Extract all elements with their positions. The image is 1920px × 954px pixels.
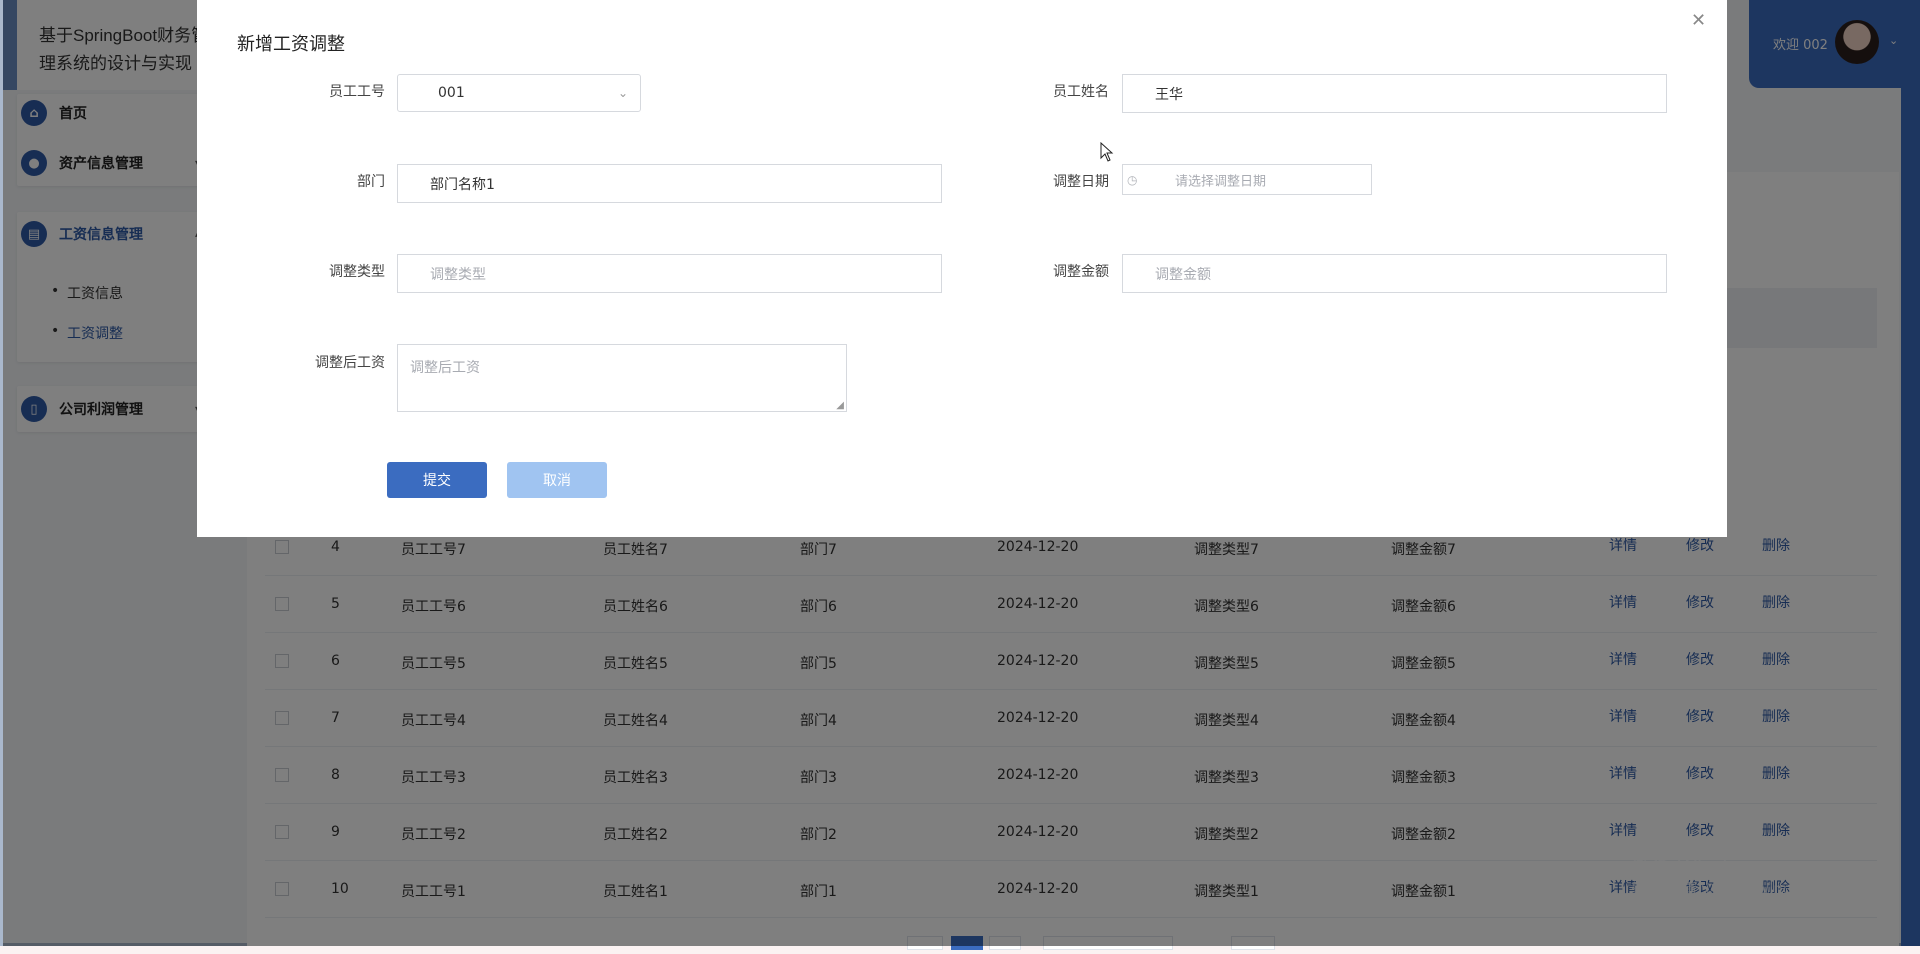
emp-no-value: 001 (438, 85, 465, 101)
dialog-title: 新增工资调整 (237, 34, 345, 55)
mouse-cursor-icon (1100, 142, 1114, 162)
after-salary-placeholder: 调整后工资 (410, 360, 480, 376)
label-adjust-date: 调整日期 (1053, 174, 1109, 190)
submit-button[interactable]: 提交 (387, 462, 487, 498)
cancel-button[interactable]: 取消 (507, 462, 607, 498)
app-window: 基于SpringBoot财务管理系统的设计与实现 欢迎 002 ⌄ ⌂ 首页 ●… (0, 0, 1920, 950)
adjust-type-placeholder: 调整类型 (430, 266, 486, 283)
adjust-date-picker[interactable]: ◷ 请选择调整日期 (1122, 164, 1372, 195)
resize-handle-icon[interactable]: ◢ (836, 400, 844, 411)
emp-no-select[interactable]: 001 ⌄ (397, 74, 641, 112)
label-adjust-amount: 调整金额 (1053, 264, 1109, 280)
add-salary-adjust-dialog: 新增工资调整 ✕ 员工工号 001 ⌄ 员工姓名 王华 部门 部门名称1 调整日… (197, 0, 1727, 537)
label-emp-name: 员工姓名 (1053, 84, 1109, 100)
clock-icon: ◷ (1127, 172, 1138, 187)
emp-name-field[interactable]: 王华 (1122, 74, 1667, 113)
adjust-date-placeholder: 请选择调整日期 (1175, 174, 1267, 189)
after-salary-textarea[interactable]: 调整后工资 ◢ (397, 344, 847, 412)
label-after-salary: 调整后工资 (315, 355, 385, 371)
label-adjust-type: 调整类型 (329, 264, 385, 280)
adjust-type-field[interactable]: 调整类型 (397, 254, 942, 293)
adjust-amount-field[interactable]: 调整金额 (1122, 254, 1667, 293)
chevron-down-icon: ⌄ (617, 86, 628, 100)
dept-field[interactable]: 部门名称1 (397, 164, 942, 203)
emp-name-value: 王华 (1155, 86, 1183, 103)
close-icon[interactable]: ✕ (1691, 10, 1706, 31)
label-dept: 部门 (357, 174, 385, 190)
label-emp-no: 员工工号 (329, 84, 385, 100)
adjust-amount-placeholder: 调整金额 (1155, 266, 1211, 283)
dept-value: 部门名称1 (430, 176, 495, 193)
